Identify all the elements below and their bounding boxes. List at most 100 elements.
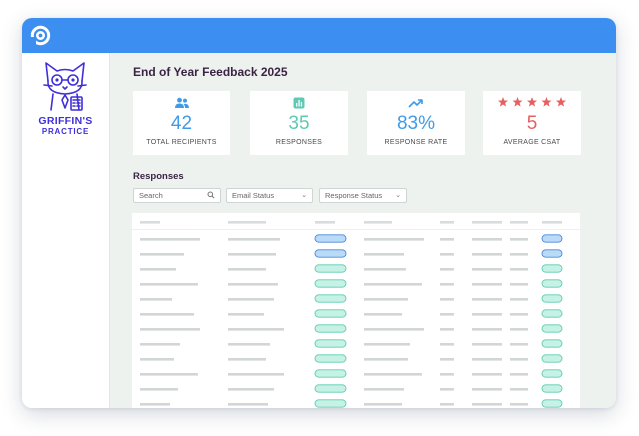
table-cell (140, 373, 198, 376)
table-cell (472, 328, 502, 331)
table-cell (228, 298, 274, 301)
table-cell (140, 253, 184, 256)
email-status-pill (314, 264, 347, 273)
response-status-label: Response Status (325, 191, 383, 200)
table-cell (440, 313, 454, 316)
table-cell (364, 388, 404, 391)
stat-value: 83% (396, 113, 436, 134)
email-status-label: Email Status (232, 191, 275, 200)
response-status-pill (541, 249, 563, 258)
table-cell (472, 283, 502, 286)
table-cell (140, 388, 178, 391)
table-cell (472, 253, 502, 256)
star-icon (512, 97, 523, 107)
table-cell (472, 268, 502, 271)
email-status-pill (314, 249, 347, 258)
table-cell (364, 358, 408, 361)
table-cell (440, 268, 454, 271)
table-cell (510, 328, 528, 331)
email-status-pill (314, 399, 347, 408)
people-icon (174, 97, 189, 108)
table-cell (364, 298, 408, 301)
table-cell (228, 253, 276, 256)
griffin-cat-logo-icon (43, 62, 87, 111)
stat-card-response-rate: 83% RESPONSE RATE (367, 91, 465, 155)
table-cell (472, 373, 502, 376)
table-cell (510, 298, 528, 301)
app-window: GRIFFIN'S PRACTICE End of Year Feedback … (22, 18, 616, 408)
table-cell (472, 358, 502, 361)
stat-card-total-recipients: 42 TOTAL RECIPIENTS (133, 91, 230, 155)
table-cell (140, 268, 176, 271)
chevron-down-icon: ⌄ (395, 192, 401, 199)
table-header-cell (140, 221, 160, 224)
table-cell (140, 238, 200, 241)
table-cell (228, 313, 264, 316)
table-header-cell (440, 221, 454, 224)
responses-heading: Responses (133, 171, 184, 182)
star-icon (541, 97, 552, 107)
table-cell (510, 238, 528, 241)
table-header-cell (542, 221, 562, 224)
table-cell (140, 313, 194, 316)
responses-table (132, 213, 580, 408)
stat-label: RESPONSE RATE (384, 139, 448, 146)
table-cell (510, 373, 528, 376)
sidebar: GRIFFIN'S PRACTICE (22, 53, 110, 408)
response-status-pill (541, 399, 563, 408)
brand-subtitle: PRACTICE (41, 127, 90, 136)
table-header-cell (315, 221, 335, 224)
email-status-pill (314, 384, 347, 393)
table-cell (228, 358, 266, 361)
table-cell (228, 328, 284, 331)
table-header-cell (510, 221, 528, 224)
table-cell (228, 283, 278, 286)
stat-label: AVERAGE CSAT (503, 139, 561, 146)
table-cell (440, 238, 454, 241)
response-status-pill (541, 309, 563, 318)
table-cell (364, 253, 404, 256)
response-status-pill (541, 264, 563, 273)
table-cell (440, 298, 454, 301)
app-logo-icon[interactable] (30, 25, 51, 46)
email-status-pill (314, 369, 347, 378)
table-header-cell (472, 221, 502, 224)
email-status-pill (314, 339, 347, 348)
email-status-pill (314, 294, 347, 303)
table-cell (364, 403, 402, 406)
table-cell (364, 373, 422, 376)
chevron-down-icon: ⌄ (301, 192, 307, 199)
table-cell (510, 388, 528, 391)
response-status-select[interactable]: Response Status ⌄ (319, 188, 407, 203)
brand-name: GRIFFIN'S (38, 115, 93, 127)
stat-value: 35 (288, 113, 310, 134)
email-status-pill (314, 324, 347, 333)
stars-icon (497, 97, 567, 107)
search-input[interactable]: Search (133, 188, 221, 203)
table-cell (472, 343, 502, 346)
email-status-pill (314, 279, 347, 288)
table-header-cell (228, 221, 266, 224)
table-cell (440, 283, 454, 286)
responses-table-grid (132, 221, 580, 408)
email-status-select[interactable]: Email Status ⌄ (226, 188, 313, 203)
response-status-pill (541, 354, 563, 363)
bar-chart-icon (293, 97, 305, 109)
email-status-pill (314, 354, 347, 363)
table-cell (440, 403, 454, 406)
table-cell (228, 343, 270, 346)
table-header-cell (364, 221, 392, 224)
response-status-pill (541, 294, 563, 303)
table-cell (228, 268, 266, 271)
table-cell (472, 298, 502, 301)
table-cell (472, 313, 502, 316)
page-title: End of Year Feedback 2025 (133, 65, 288, 79)
table-cell (364, 268, 406, 271)
table-cell (510, 253, 528, 256)
table-cell (510, 268, 528, 271)
table-cell (440, 388, 454, 391)
table-cell (364, 283, 422, 286)
response-status-pill (541, 339, 563, 348)
search-placeholder: Search (139, 191, 163, 200)
table-cell (364, 328, 424, 331)
